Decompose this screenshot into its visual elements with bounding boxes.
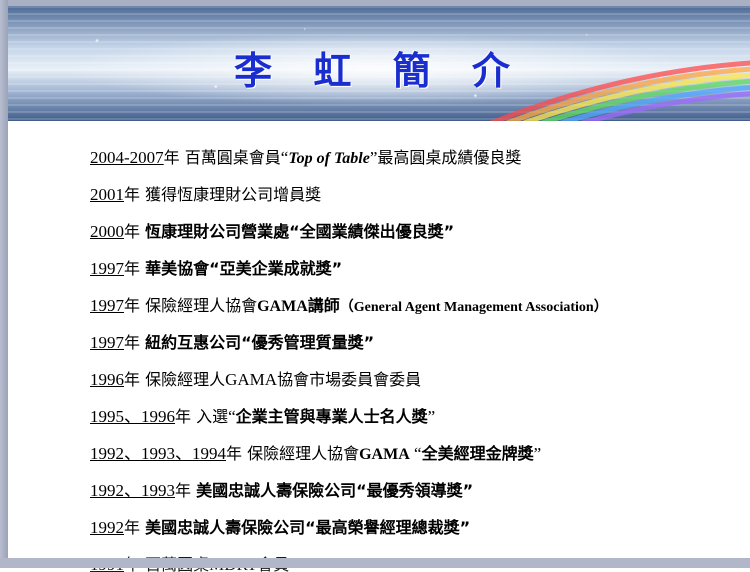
award-item: 2004-2007年 百萬圓桌會員“Top of Table”最高圓桌成績優良獎 <box>90 148 522 167</box>
award-item: 1996年 保險經理人GAMA協會市場委員會委員 <box>90 370 422 389</box>
awards-list: 2004-2007年 百萬圓桌會員“Top of Table”最高圓桌成績優良獎… <box>90 145 740 572</box>
award-item: 1992、1993、1994年 保險經理人協會GAMA “全美經理金牌獎” <box>90 444 542 463</box>
award-year-link[interactable]: 1992 <box>90 518 124 537</box>
award-year-link[interactable]: 1992、1993、1994 <box>90 444 226 463</box>
award-year-link[interactable]: 2001 <box>90 185 124 204</box>
award-item: 1995、1996年 入選“企業主管與專業人士名人獎” <box>90 407 436 426</box>
award-year-link[interactable]: 2004-2007 <box>90 148 164 167</box>
award-year-link[interactable]: 1997 <box>90 333 124 352</box>
award-year-link[interactable]: 1995、1996 <box>90 407 175 426</box>
award-item: 1997年 華美協會“亞美企業成就獎” <box>90 259 343 278</box>
award-item: 2000年 恆康理財公司營業處“全國業績傑出優良獎” <box>90 222 455 241</box>
header-banner: 李 虹 簡 介 <box>8 6 750 121</box>
award-year-link[interactable]: 1997 <box>90 296 124 315</box>
award-item: 1992年 美國忠誠人壽保險公司“最高榮譽經理總裁獎” <box>90 518 471 537</box>
window-left-border <box>0 0 8 568</box>
page-title: 李 虹 簡 介 <box>234 49 524 93</box>
award-year-link[interactable]: 1996 <box>90 370 124 389</box>
award-item: 2001年 獲得恆康理財公司增員獎 <box>90 185 322 204</box>
award-item: 1997年 保險經理人協會GAMA講師（General Agent Manage… <box>90 296 608 315</box>
award-item: 1992、1993年 美國忠誠人壽保險公司“最優秀領導獎” <box>90 481 474 500</box>
award-english-title: Top of Table <box>288 150 370 167</box>
award-year-link[interactable]: 2000 <box>90 222 124 241</box>
award-year-link[interactable]: 1997 <box>90 259 124 278</box>
window-bottom-border <box>0 558 750 568</box>
award-item: 1997年 紐約互惠公司“優秀管理質量獎” <box>90 333 375 352</box>
award-year-link[interactable]: 1992、1993 <box>90 481 175 500</box>
